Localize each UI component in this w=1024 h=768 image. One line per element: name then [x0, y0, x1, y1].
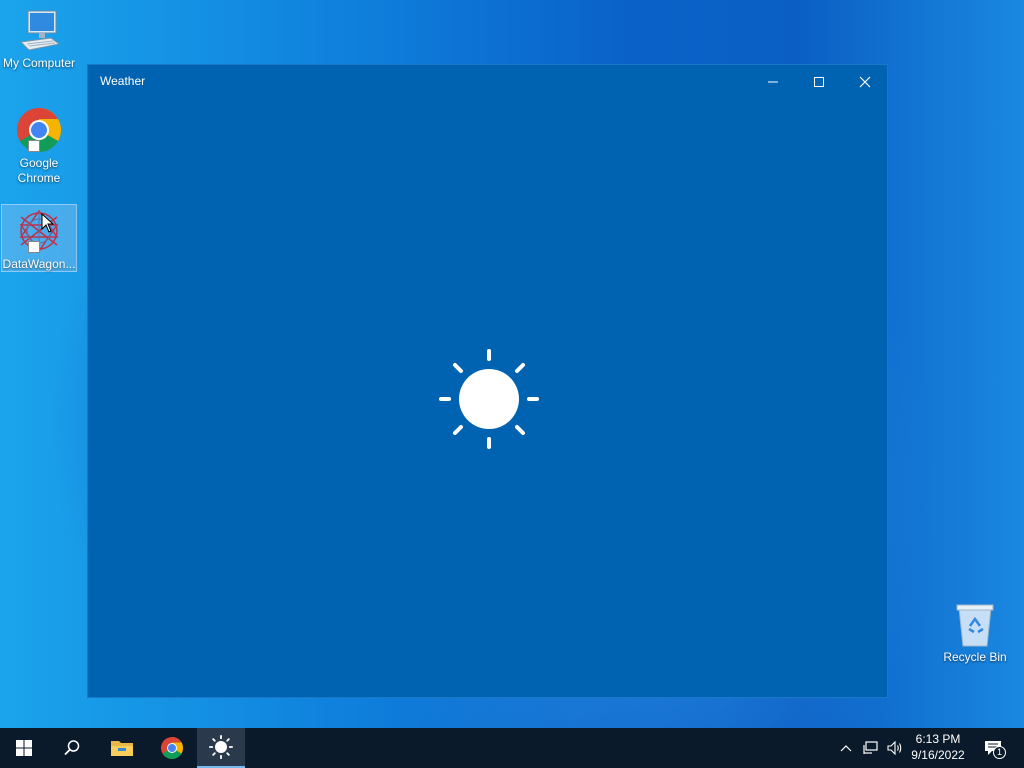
taskbar: 6:13 PM 9/16/2022 1: [0, 728, 1024, 768]
action-center-button[interactable]: 1: [980, 728, 1008, 768]
desktop-icon-google-chrome[interactable]: Google Chrome: [1, 106, 77, 186]
desktop-icon-datawagon[interactable]: DataWagon...: [1, 204, 77, 272]
minimize-icon: [768, 81, 778, 82]
windows-logo-icon: [16, 740, 32, 756]
desktop-icon-my-computer[interactable]: My Computer: [1, 8, 77, 71]
show-hidden-icons-button[interactable]: [836, 728, 856, 768]
computer-icon: [19, 10, 61, 51]
notification-badge: 1: [993, 746, 1006, 759]
chevron-up-icon: [840, 745, 852, 752]
desktop-icon-label: DataWagon...: [2, 257, 76, 271]
file-explorer-button[interactable]: [98, 728, 146, 768]
clock-time: 6:13 PM: [915, 732, 961, 746]
close-icon: [859, 76, 871, 87]
file-explorer-icon: [111, 741, 133, 756]
network-button[interactable]: [860, 728, 882, 768]
desktop-icon-label: Google Chrome: [17, 156, 61, 185]
network-icon: [863, 741, 878, 754]
chrome-icon: [161, 737, 183, 759]
maximize-button[interactable]: [796, 65, 842, 98]
clock-date: 9/16/2022: [911, 748, 965, 762]
weather-window: Weather: [87, 64, 888, 698]
desktop-icon-label: Recycle Bin: [943, 650, 1007, 664]
minimize-button[interactable]: [750, 65, 796, 98]
search-button[interactable]: [48, 728, 96, 768]
close-button[interactable]: [842, 65, 888, 98]
desktop-icon-label: My Computer: [2, 56, 76, 70]
start-button[interactable]: [0, 728, 48, 768]
chrome-taskbar-button[interactable]: [148, 728, 196, 768]
shortcut-arrow-icon: [28, 140, 40, 152]
sun-icon: [439, 349, 539, 449]
window-titlebar[interactable]: Weather: [88, 65, 887, 98]
search-icon: [64, 740, 80, 756]
window-title: Weather: [100, 74, 146, 88]
clock[interactable]: 6:13 PM 9/16/2022: [898, 731, 978, 763]
recycle-bin-icon: [956, 604, 994, 647]
weather-icon: [209, 735, 233, 759]
mouse-cursor-icon: [41, 213, 55, 233]
weather-taskbar-button[interactable]: [197, 728, 245, 768]
maximize-icon: [814, 76, 824, 87]
desktop-icon-recycle-bin[interactable]: Recycle Bin: [937, 602, 1013, 665]
shortcut-arrow-icon: [28, 241, 40, 253]
